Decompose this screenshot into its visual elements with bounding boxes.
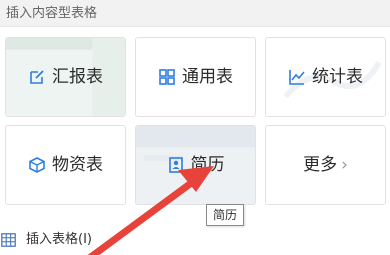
- id-card-icon: [167, 156, 185, 174]
- tile-report-table[interactable]: 汇报表: [5, 37, 126, 117]
- tooltip: 简历: [206, 204, 245, 226]
- insert-table-menu-item[interactable]: 插入表格(I): [0, 226, 390, 255]
- tile-resume[interactable]: 简历: [135, 125, 256, 205]
- cube-icon: [28, 156, 46, 174]
- line-chart-icon: [288, 68, 306, 86]
- table-icon: [1, 232, 16, 247]
- panel-title: 插入内容型表格: [6, 6, 98, 21]
- edit-square-icon: [28, 68, 46, 86]
- tile-general-table[interactable]: 通用表: [135, 37, 256, 117]
- grid-icon: [158, 68, 176, 86]
- tile-supplies-table[interactable]: 物资表: [5, 125, 126, 205]
- tile-more-label: 更多: [303, 155, 338, 175]
- tile-statistics-table[interactable]: 统计表: [265, 37, 386, 117]
- chevron-right-icon: ›: [341, 155, 348, 175]
- tile-statistics-table-label: 统计表: [312, 67, 363, 87]
- tile-supplies-table-label: 物资表: [52, 155, 103, 175]
- tile-report-table-label: 汇报表: [52, 67, 103, 87]
- tile-resume-label: 简历: [190, 155, 225, 175]
- tile-more[interactable]: 更多 ›: [265, 125, 386, 205]
- insert-table-label: 插入表格(I): [26, 232, 92, 247]
- panel-header: 插入内容型表格: [0, 0, 390, 27]
- tile-general-table-label: 通用表: [182, 67, 233, 87]
